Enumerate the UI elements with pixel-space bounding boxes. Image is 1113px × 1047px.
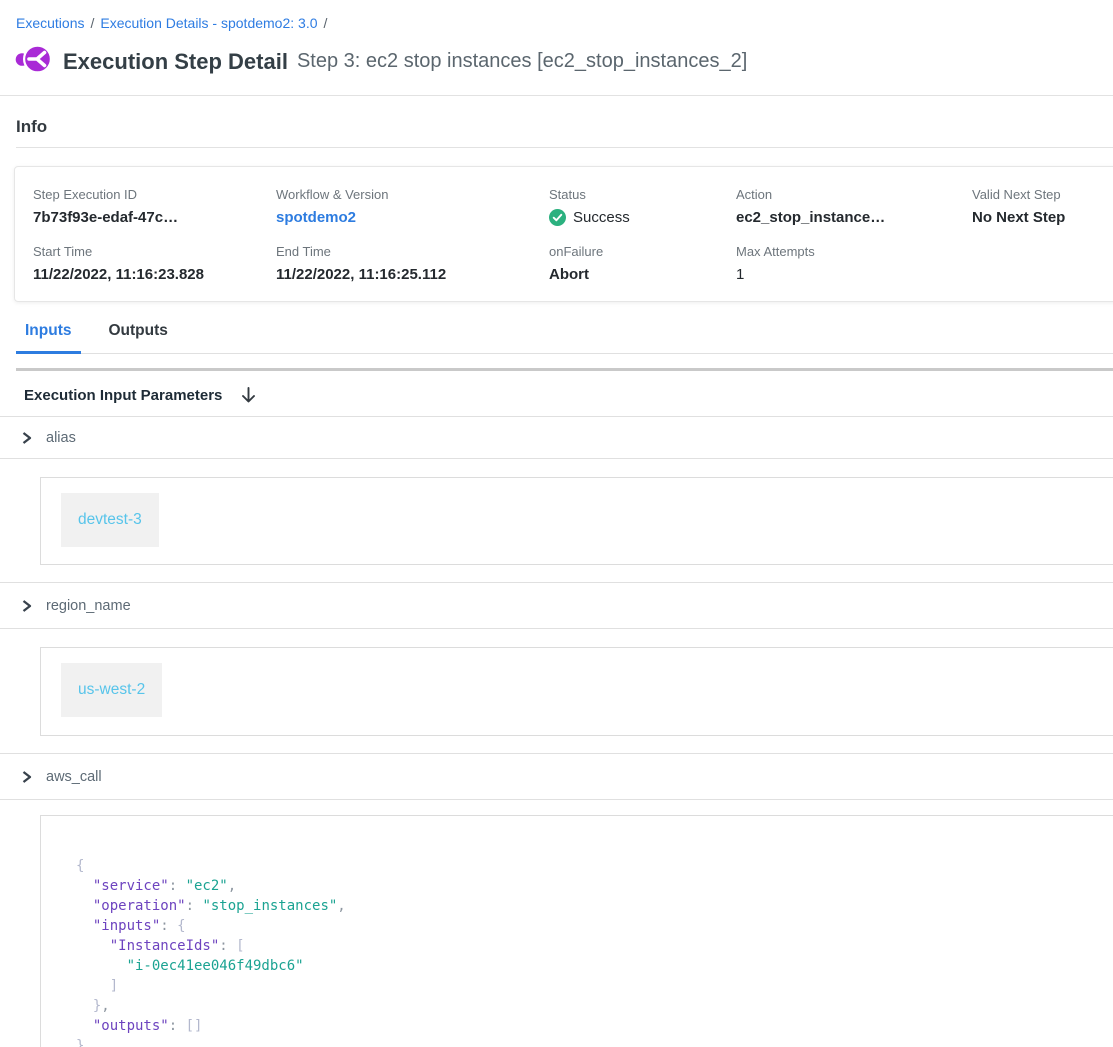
json-code: { "service": "ec2", "operation": "stop_i… — [76, 856, 1113, 1047]
breadcrumb-link-executions[interactable]: Executions — [16, 15, 84, 31]
field-value: Abort — [549, 266, 736, 283]
field-value: 11/22/2022, 11:16:25.112 — [276, 266, 549, 283]
field-value: 11/22/2022, 11:16:23.828 — [33, 266, 276, 283]
section-label: alias — [46, 430, 76, 446]
params-heading: Execution Input Parameters — [24, 387, 222, 404]
breadcrumb-link-execution-details[interactable]: Execution Details - spotdemo2: 3.0 — [100, 15, 317, 31]
code-line: "i-0ec41ee046f49dbc6" — [76, 956, 1113, 976]
field-label: Valid Next Step — [972, 187, 1113, 202]
section-row-aws-call[interactable]: aws_call — [0, 753, 1113, 800]
field-workflow-version: Workflow & Version spotdemo2 — [276, 187, 549, 226]
field-label: Status — [549, 187, 736, 202]
field-label: Step Execution ID — [33, 187, 276, 202]
field-end-time: End Time 11/22/2022, 11:16:25.112 — [276, 244, 549, 283]
field-label: Workflow & Version — [276, 187, 549, 202]
info-card: Step Execution ID 7b73f93e-edaf-47c… Wor… — [14, 166, 1113, 302]
breadcrumb-separator: / — [90, 15, 94, 31]
field-label: Start Time — [33, 244, 276, 259]
field-status: Status Success — [549, 187, 736, 226]
section-label: aws_call — [46, 769, 102, 785]
field-label: End Time — [276, 244, 549, 259]
status-badge: Success — [549, 209, 736, 226]
code-line: "service": "ec2", — [76, 876, 1113, 896]
field-valid-next-step: Valid Next Step No Next Step — [972, 187, 1113, 226]
region-name-value-panel: us-west-2 — [40, 647, 1113, 736]
field-label: Max Attempts — [736, 244, 972, 259]
header-divider — [0, 95, 1113, 96]
code-line: "operation": "stop_instances", — [76, 896, 1113, 916]
section-region-name: region_name us-west-2 — [0, 582, 1113, 736]
code-line: "InstanceIds": [ — [76, 936, 1113, 956]
field-action: Action ec2_stop_instance… — [736, 187, 972, 226]
code-line: }, — [76, 996, 1113, 1016]
chevron-right-icon — [20, 599, 33, 613]
code-line: ] — [76, 976, 1113, 996]
field-label: Action — [736, 187, 972, 202]
page-header: Execution Step Detail Step 3: ec2 stop i… — [0, 31, 1113, 79]
code-line: "inputs": { — [76, 916, 1113, 936]
section-alias: alias devtest-3 — [0, 417, 1113, 565]
chevron-right-icon — [20, 431, 33, 445]
section-label: region_name — [46, 598, 131, 614]
chevron-right-icon — [20, 770, 33, 784]
page-subtitle: Step 3: ec2 stop instances [ec2_stop_ins… — [297, 50, 747, 73]
field-value: 7b73f93e-edaf-47c… — [33, 209, 276, 226]
field-max-attempts: Max Attempts 1 — [736, 244, 972, 283]
workflow-link[interactable]: spotdemo2 — [276, 209, 549, 226]
tab-bar: Inputs Outputs — [16, 322, 1113, 354]
section-aws-call: aws_call { "service": "ec2", "operation"… — [0, 753, 1113, 1047]
tab-inputs[interactable]: Inputs — [16, 322, 81, 353]
section-row-region-name[interactable]: region_name — [0, 582, 1113, 629]
aws-call-code-panel: { "service": "ec2", "operation": "stop_i… — [40, 815, 1113, 1047]
field-value: No Next Step — [972, 209, 1113, 226]
field-step-execution-id: Step Execution ID 7b73f93e-edaf-47c… — [33, 187, 276, 226]
section-row-alias[interactable]: alias — [0, 417, 1113, 459]
alias-value-chip: devtest-3 — [61, 493, 159, 547]
breadcrumb: Executions / Execution Details - spotdemo2… — [0, 0, 1113, 31]
status-text: Success — [573, 209, 630, 226]
field-value: 1 — [736, 266, 972, 283]
workflow-logo-icon — [15, 44, 52, 79]
arrow-down-icon[interactable] — [240, 386, 257, 404]
alias-value-panel: devtest-3 — [40, 477, 1113, 565]
success-check-icon — [549, 209, 566, 226]
field-start-time: Start Time 11/22/2022, 11:16:23.828 — [33, 244, 276, 283]
code-line: "outputs": [] — [76, 1016, 1113, 1036]
execution-input-parameters-header: Execution Input Parameters — [0, 371, 1113, 417]
code-line: { — [76, 856, 1113, 876]
field-onfailure: onFailure Abort — [549, 244, 736, 283]
info-heading: Info — [16, 117, 1113, 148]
breadcrumb-separator: / — [324, 15, 328, 31]
code-line: } — [76, 1036, 1113, 1047]
page-title: Execution Step Detail — [63, 49, 288, 75]
field-value: ec2_stop_instance… — [736, 209, 972, 226]
field-label: onFailure — [549, 244, 736, 259]
tab-outputs[interactable]: Outputs — [100, 322, 177, 353]
region-name-value-chip: us-west-2 — [61, 663, 162, 717]
